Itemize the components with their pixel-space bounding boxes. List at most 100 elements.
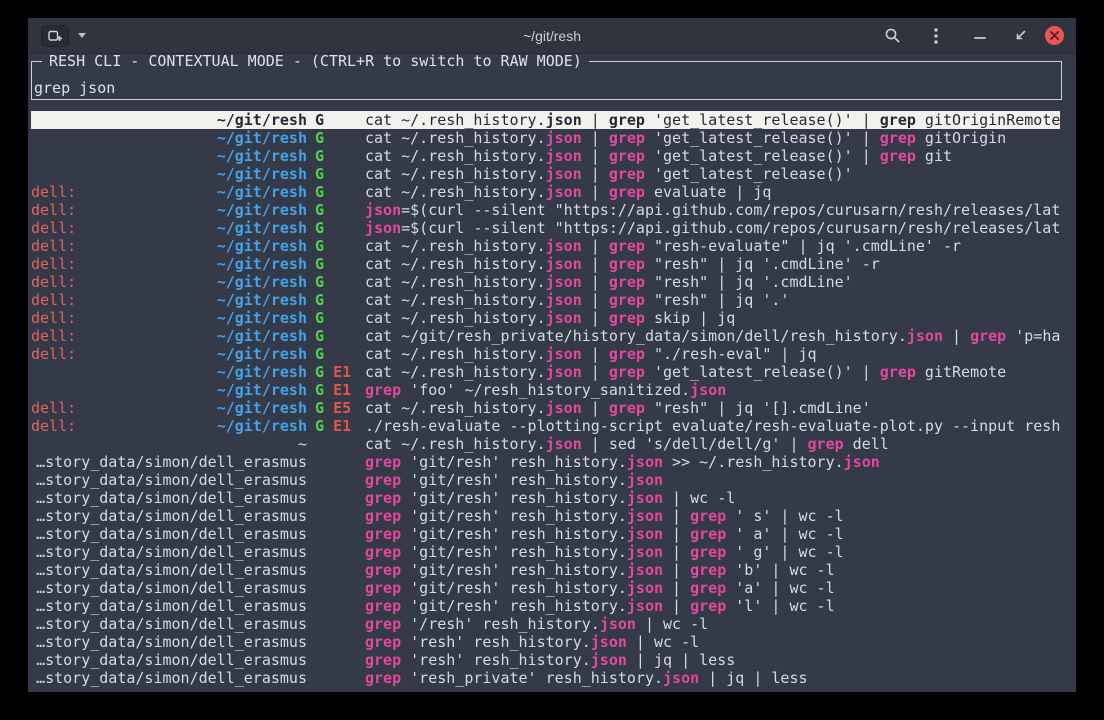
directory-label: …story_data/simon/dell_erasmus [31,453,307,471]
history-row[interactable]: ~/git/reshG E1grep 'foo' ~/resh_history_… [31,381,1060,399]
history-row[interactable]: dell:~/git/reshGcat ~/.resh_history.json… [31,237,1060,255]
git-flag: G [315,327,324,345]
query-match: grep [690,507,726,525]
flags: G [307,183,365,201]
history-row[interactable]: …story_data/simon/dell_erasmusgrep 'resh… [31,651,1060,669]
query-match: json [546,363,582,381]
flags: G [307,219,365,237]
query-match: grep [609,111,645,129]
command-text: grep 'git/resh' resh_history.json | grep… [365,597,1060,615]
host-label: dell: [31,345,76,363]
titlebar[interactable]: ~/git/resh [28,18,1076,54]
exit-code-flag: E5 [333,399,351,417]
command-text: grep '/resh' resh_history.json | wc -l [365,615,1060,633]
search-query-input[interactable]: grep json [34,79,115,97]
query-match: grep [690,525,726,543]
git-flag: G [315,273,324,291]
flags: G E1 [307,363,365,381]
flags [307,507,365,525]
query-match: grep [365,453,401,471]
directory-label: …story_data/simon/dell_erasmus [31,507,307,525]
terminal-content[interactable]: RESH CLI - CONTEXTUAL MODE - (CTRL+R to … [28,54,1076,692]
history-row[interactable]: dell:~/git/reshGcat ~/.resh_history.json… [31,291,1060,309]
history-row[interactable]: …story_data/simon/dell_erasmusgrep 'git/… [31,453,1060,471]
exit-code-flag: E1 [333,417,351,435]
flags [307,615,365,633]
command-text: cat ~/.resh_history.json | grep 'get_lat… [365,111,1060,129]
directory-label: ~/git/resh [31,147,307,165]
query-match: json [365,201,401,219]
directory-label: ~/git/resh [76,201,307,219]
git-flag: G [315,363,324,381]
search-button[interactable] [881,25,903,47]
history-row[interactable]: ~/git/reshGcat ~/.resh_history.json | gr… [31,147,1060,165]
flags [307,633,365,651]
history-row[interactable]: …story_data/simon/dell_erasmusgrep 'git/… [31,525,1060,543]
history-row[interactable]: dell:~/git/reshGcat ~/.resh_history.json… [31,309,1060,327]
history-row[interactable]: …story_data/simon/dell_erasmusgrep 'git/… [31,561,1060,579]
command-text: grep 'git/resh' resh_history.json | grep… [365,525,1060,543]
minimize-icon [974,30,986,42]
query-match: json [546,399,582,417]
query-match: grep [365,525,401,543]
query-match: json [627,471,663,489]
command-text: json=$(curl --silent "https://api.github… [365,201,1060,219]
dropdown-caret-icon[interactable] [78,33,86,38]
history-row[interactable]: dell:~/git/reshGjson=$(curl --silent "ht… [31,201,1060,219]
history-row[interactable]: …story_data/simon/dell_erasmusgrep '/res… [31,615,1060,633]
close-button[interactable] [1045,26,1064,45]
history-row[interactable]: …story_data/simon/dell_erasmus grep 'resh… [31,669,1060,687]
git-flag: G [315,381,324,399]
history-row[interactable]: dell:~/git/reshGcat ~/.resh_history.json… [31,255,1060,273]
history-row[interactable]: dell:~/git/reshGcat ~/.resh_history.json… [31,345,1060,363]
history-row[interactable]: …story_data/simon/dell_erasmusgrep 'git/… [31,597,1060,615]
query-match: grep [970,327,1006,345]
flags: G [307,345,365,363]
query-match: json [627,489,663,507]
flags [307,669,365,687]
git-flag: G [315,237,324,255]
query-match: json [546,435,582,453]
directory-label: ~/git/resh [76,291,307,309]
history-row[interactable]: …story_data/simon/dell_erasmusgrep 'git/… [31,507,1060,525]
history-row[interactable]: dell:~/git/reshG E1./resh-evaluate --plo… [31,417,1060,435]
history-row[interactable]: dell:~/git/reshG E5cat ~/.resh_history.j… [31,399,1060,417]
history-row[interactable]: …story_data/simon/dell_erasmusgrep 'git/… [31,579,1060,597]
history-row[interactable]: dell:~/git/reshGcat ~/.resh_history.json… [31,273,1060,291]
history-row[interactable]: ~cat ~/.resh_history.json | sed 's/dell/… [31,435,1060,453]
directory-label: ~/git/resh [76,255,307,273]
command-text: grep 'resh_private' resh_history.json | … [365,669,1060,687]
query-match: grep [880,111,916,129]
restore-button[interactable] [1009,25,1031,47]
host-label: dell: [31,417,76,435]
git-flag: G [315,183,324,201]
history-row[interactable]: …story_data/simon/dell_erasmusgrep 'git/… [31,471,1060,489]
host-label: dell: [31,237,76,255]
restore-icon [1014,29,1027,42]
history-row[interactable]: …story_data/simon/dell_erasmusgrep 'git/… [31,543,1060,561]
host-label: dell: [31,183,76,201]
history-row[interactable]: ~/git/reshGcat ~/.resh_history.json | gr… [31,129,1060,147]
history-row[interactable]: ~/git/reshGcat ~/.resh_history.json | gr… [31,165,1060,183]
history-row-selected[interactable]: ~/git/reshGcat ~/.resh_history.json | gr… [31,111,1060,129]
history-row[interactable]: dell:~/git/reshGjson=$(curl --silent "ht… [31,219,1060,237]
history-row[interactable]: ~/git/reshG E1cat ~/.resh_history.json |… [31,363,1060,381]
query-match: json [546,273,582,291]
history-row[interactable]: …story_data/simon/dell_erasmusgrep 'resh… [31,633,1060,651]
new-terminal-button[interactable] [41,25,69,47]
directory-label: …story_data/simon/dell_erasmus [31,669,307,687]
query-match: grep [690,579,726,597]
history-row[interactable]: …story_data/simon/dell_erasmusgrep 'git/… [31,489,1060,507]
menu-button[interactable] [925,25,947,47]
new-tab-icon [48,30,62,42]
history-row[interactable]: dell:~/git/reshGcat ~/git/resh_private/h… [31,327,1060,345]
flags [307,435,365,453]
minimize-button[interactable] [969,25,991,47]
query-match: json [627,507,663,525]
history-row[interactable]: dell:~/git/reshGcat ~/.resh_history.json… [31,183,1060,201]
directory-label: …story_data/simon/dell_erasmus [31,633,307,651]
query-match: grep [880,129,916,147]
query-match: grep [609,399,645,417]
query-match: grep [609,363,645,381]
query-match: json [365,219,401,237]
